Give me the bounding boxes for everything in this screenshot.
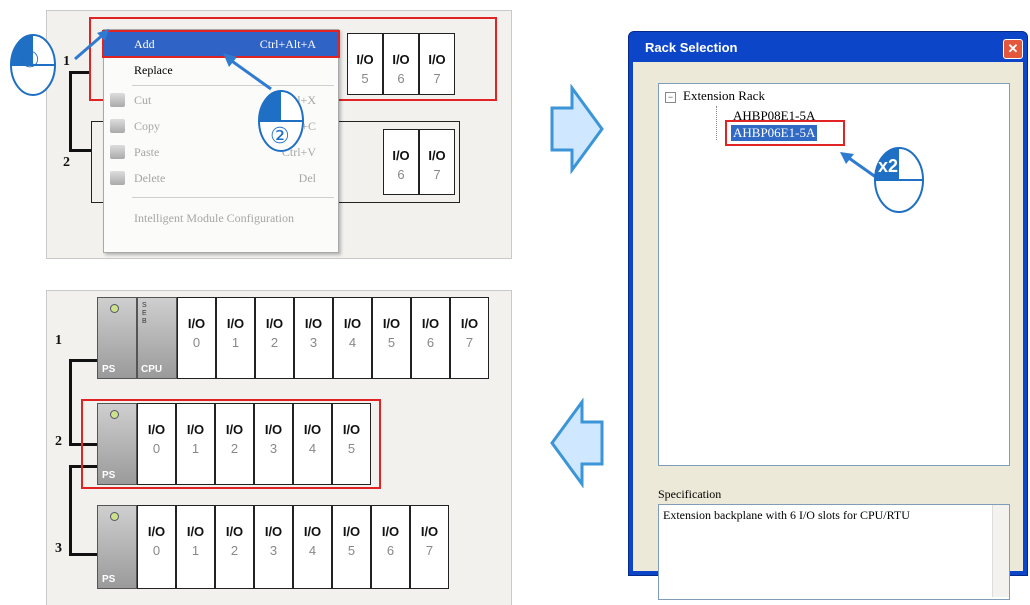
io-slot[interactable]: I/O 1 (216, 297, 255, 379)
power-supply-module[interactable]: PS (97, 297, 137, 379)
io-slot[interactable]: I/O 2 (215, 505, 254, 589)
rack-number-3: 3 (55, 541, 62, 556)
io-slot[interactable]: I/O 2 (255, 297, 294, 379)
io-slot[interactable]: I/O 7 (419, 129, 455, 195)
io-slot[interactable]: I/O 3 (294, 297, 333, 379)
tree-expand-toggle[interactable]: − (665, 92, 676, 103)
rack-tree: − Extension Rack AHBP08E1-5A AHBP06E1-5A (658, 83, 1010, 466)
power-supply-module[interactable]: PS (97, 505, 137, 589)
added-rack-highlight (81, 399, 381, 489)
mouse-double-click-icon (874, 147, 924, 213)
result-rack-panel: 1 2 3 PS S E B CPU I/O 0 I/O 1 I/O 2 I/O 3 I/O 4 I/O 5… (46, 290, 512, 605)
rack-selection-dialog: Rack Selection ✕ − Extension Rack AHBP08… (628, 31, 1028, 600)
io-slot[interactable]: I/O 6 (383, 129, 419, 195)
rack-connector (69, 71, 72, 151)
step2-badge: ② (270, 124, 290, 149)
spec-label: Specification (658, 487, 722, 501)
pointer-arrow-icon (74, 29, 109, 61)
menu-item-intelligent-module-config[interactable]: Intelligent Module Configuration (104, 206, 338, 230)
close-button[interactable]: ✕ (1003, 39, 1023, 59)
io-slot[interactable]: I/O 6 (411, 297, 450, 379)
cpu-module[interactable]: S E B CPU (137, 297, 177, 379)
delete-icon (110, 171, 125, 185)
cut-icon (110, 93, 125, 107)
io-slot[interactable]: I/O 0 (137, 505, 176, 589)
io-slot[interactable]: I/O 5 (332, 505, 371, 589)
rack-connector (69, 359, 72, 445)
paste-icon (110, 145, 125, 159)
rack-connector (69, 553, 97, 556)
copy-icon (110, 119, 125, 133)
spec-textbox[interactable]: Extension backplane with 6 I/O slots for… (658, 504, 1010, 600)
io-slot[interactable]: I/O 7 (450, 297, 489, 379)
double-click-badge: x2 (878, 156, 899, 176)
dialog-body: − Extension Rack AHBP08E1-5A AHBP06E1-5A… (633, 62, 1023, 600)
tree-root-extension-rack[interactable]: Extension Rack (683, 88, 765, 104)
rack-connector (69, 465, 72, 555)
step1-badge: ① (20, 48, 40, 73)
rack-connector (69, 71, 91, 74)
io-slot[interactable]: I/O 4 (293, 505, 332, 589)
pointer-arrow-icon (223, 53, 272, 91)
selected-item-highlight (725, 120, 845, 146)
flow-arrow-left-icon (550, 398, 604, 488)
rack-number-1: 1 (55, 333, 62, 348)
spec-text: Extension backplane with 6 I/O slots for… (663, 508, 910, 522)
tree-line (716, 106, 718, 140)
rack-number-2: 2 (55, 434, 62, 449)
dialog-title: Rack Selection (645, 40, 738, 55)
io-slot[interactable]: I/O 3 (254, 505, 293, 589)
io-slot[interactable]: I/O 6 (371, 505, 410, 589)
io-slot[interactable]: I/O 5 (372, 297, 411, 379)
menu-separator (132, 197, 334, 198)
io-slot[interactable]: I/O 0 (177, 297, 216, 379)
rack-connector (69, 149, 91, 152)
io-slot[interactable]: I/O 4 (333, 297, 372, 379)
menu-item-delete[interactable]: Delete Del (104, 166, 338, 190)
rack-connector (69, 359, 97, 362)
flow-arrow-right-icon (550, 84, 604, 174)
rack-number-2: 2 (63, 155, 70, 170)
io-slot[interactable]: I/O 1 (176, 505, 215, 589)
spec-scrollbar[interactable] (992, 505, 1009, 597)
io-slot[interactable]: I/O 7 (410, 505, 449, 589)
